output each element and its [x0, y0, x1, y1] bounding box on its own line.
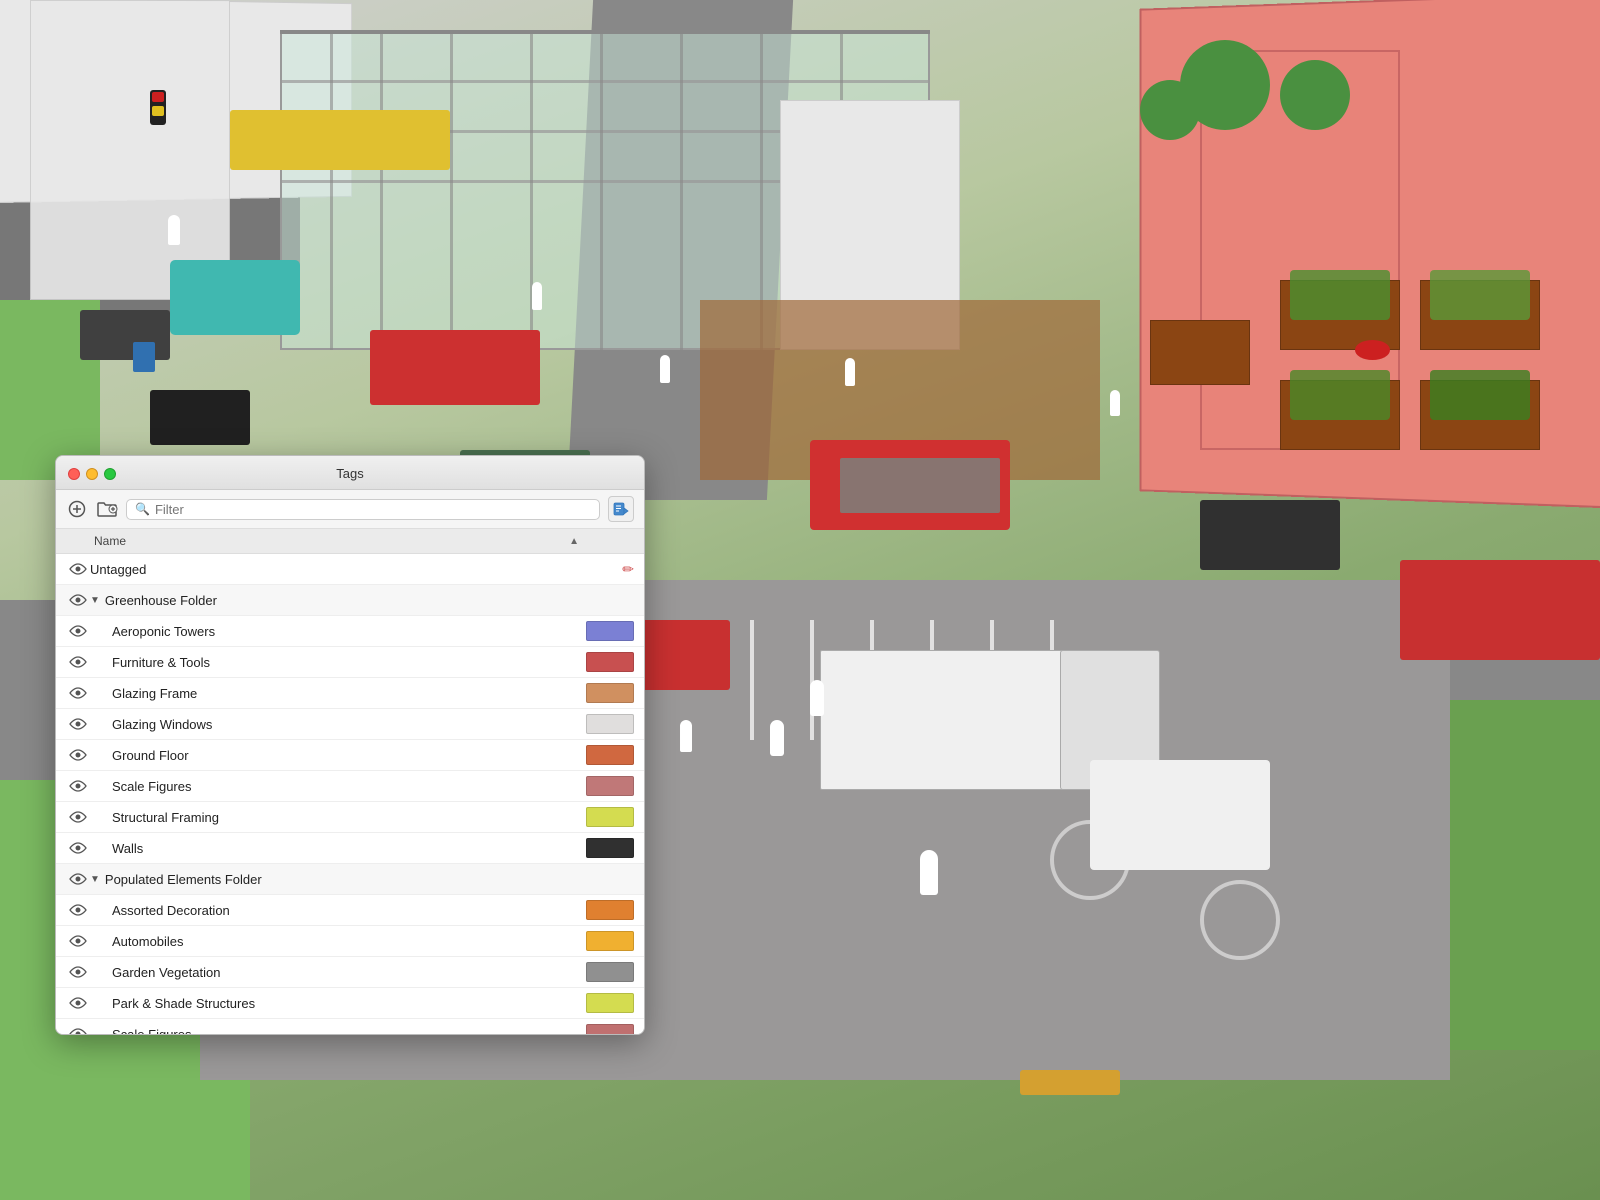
- eye-icon-garden-vegetation[interactable]: [66, 962, 90, 982]
- panel-title: Tags: [336, 466, 363, 481]
- close-button[interactable]: [68, 468, 80, 480]
- col-sort-icon[interactable]: ▲: [569, 536, 579, 547]
- add-folder-button[interactable]: [96, 498, 118, 520]
- tag-color-garden-vegetation[interactable]: [586, 962, 634, 982]
- tag-color-assorted-decoration[interactable]: [586, 900, 634, 920]
- eye-icon-untagged[interactable]: [66, 559, 90, 579]
- tag-color-glazing-frame[interactable]: [586, 683, 634, 703]
- eye-icon-glazing-windows[interactable]: [66, 714, 90, 734]
- tag-row-glazing-frame[interactable]: Glazing Frame: [56, 678, 644, 709]
- search-icon: 🔍: [135, 502, 150, 516]
- eye-icon-greenhouse-folder[interactable]: [66, 590, 90, 610]
- eye-icon-park-shade-structures[interactable]: [66, 993, 90, 1013]
- tag-name-walls: Walls: [112, 841, 586, 856]
- export-button[interactable]: [608, 496, 634, 522]
- tag-color-walls[interactable]: [586, 838, 634, 858]
- add-tag-button[interactable]: [66, 498, 88, 520]
- eye-icon-automobiles[interactable]: [66, 931, 90, 951]
- tag-name-automobiles: Automobiles: [112, 934, 586, 949]
- tags-panel: Tags 🔍: [55, 455, 645, 1035]
- tag-color-automobiles[interactable]: [586, 931, 634, 951]
- tag-row-structural-framing[interactable]: Structural Framing: [56, 802, 644, 833]
- tag-name-scale-figures-gh: Scale Figures: [112, 779, 586, 794]
- tag-color-furniture-tools[interactable]: [586, 652, 634, 672]
- tag-name-assorted-decoration: Assorted Decoration: [112, 903, 586, 918]
- panel-traffic-lights: [68, 468, 116, 480]
- panel-titlebar: Tags: [56, 456, 644, 490]
- eye-icon-assorted-decoration[interactable]: [66, 900, 90, 920]
- eye-icon-furniture-tools[interactable]: [66, 652, 90, 672]
- folder-triangle-greenhouse-folder[interactable]: ▼: [90, 595, 100, 606]
- pencil-icon-untagged[interactable]: ✏: [622, 561, 634, 578]
- eye-icon-scale-figures-pe[interactable]: [66, 1024, 90, 1034]
- column-header: Name ▲: [56, 529, 644, 554]
- tag-name-park-shade-structures: Park & Shade Structures: [112, 996, 586, 1011]
- tag-name-furniture-tools: Furniture & Tools: [112, 655, 586, 670]
- folder-triangle-populated-elements-folder[interactable]: ▼: [90, 874, 100, 885]
- tag-row-populated-elements-folder[interactable]: ▼ Populated Elements Folder: [56, 864, 644, 895]
- tag-row-assorted-decoration[interactable]: Assorted Decoration: [56, 895, 644, 926]
- tag-name-glazing-frame: Glazing Frame: [112, 686, 586, 701]
- eye-icon-structural-framing[interactable]: [66, 807, 90, 827]
- tag-row-scale-figures-pe[interactable]: Scale Figures: [56, 1019, 644, 1034]
- tag-name-structural-framing: Structural Framing: [112, 810, 586, 825]
- panel-toolbar: 🔍: [56, 490, 644, 529]
- tag-row-garden-vegetation[interactable]: Garden Vegetation: [56, 957, 644, 988]
- tag-row-greenhouse-folder[interactable]: ▼ Greenhouse Folder: [56, 585, 644, 616]
- tag-name-greenhouse-folder: Greenhouse Folder: [105, 593, 634, 608]
- col-name-label[interactable]: Name: [94, 534, 565, 548]
- tag-row-walls[interactable]: Walls: [56, 833, 644, 864]
- tag-color-glazing-windows[interactable]: [586, 714, 634, 734]
- tag-row-ground-floor[interactable]: Ground Floor: [56, 740, 644, 771]
- tag-row-automobiles[interactable]: Automobiles: [56, 926, 644, 957]
- tag-color-park-shade-structures[interactable]: [586, 993, 634, 1013]
- tag-name-ground-floor: Ground Floor: [112, 748, 586, 763]
- tag-color-scale-figures-gh[interactable]: [586, 776, 634, 796]
- tag-row-furniture-tools[interactable]: Furniture & Tools: [56, 647, 644, 678]
- filter-input[interactable]: [155, 502, 591, 517]
- eye-icon-aeroponic-towers[interactable]: [66, 621, 90, 641]
- tag-row-park-shade-structures[interactable]: Park & Shade Structures: [56, 988, 644, 1019]
- tag-name-populated-elements-folder: Populated Elements Folder: [105, 872, 634, 887]
- tag-name-scale-figures-pe: Scale Figures: [112, 1027, 586, 1035]
- tag-color-scale-figures-pe[interactable]: [586, 1024, 634, 1034]
- tag-row-scale-figures-gh[interactable]: Scale Figures: [56, 771, 644, 802]
- tag-list: Untagged ✏ ▼ Greenhouse Folder Aeroponic T…: [56, 554, 644, 1034]
- tag-row-untagged[interactable]: Untagged ✏: [56, 554, 644, 585]
- tag-color-aeroponic-towers[interactable]: [586, 621, 634, 641]
- eye-icon-ground-floor[interactable]: [66, 745, 90, 765]
- tag-row-glazing-windows[interactable]: Glazing Windows: [56, 709, 644, 740]
- eye-icon-glazing-frame[interactable]: [66, 683, 90, 703]
- tag-name-aeroponic-towers: Aeroponic Towers: [112, 624, 586, 639]
- tag-name-glazing-windows: Glazing Windows: [112, 717, 586, 732]
- eye-icon-populated-elements-folder[interactable]: [66, 869, 90, 889]
- eye-icon-scale-figures-gh[interactable]: [66, 776, 90, 796]
- maximize-button[interactable]: [104, 468, 116, 480]
- filter-input-wrap: 🔍: [126, 499, 600, 520]
- eye-icon-walls[interactable]: [66, 838, 90, 858]
- tag-name-garden-vegetation: Garden Vegetation: [112, 965, 586, 980]
- tag-color-structural-framing[interactable]: [586, 807, 634, 827]
- tag-color-ground-floor[interactable]: [586, 745, 634, 765]
- tag-name-untagged: Untagged: [90, 562, 614, 577]
- minimize-button[interactable]: [86, 468, 98, 480]
- tag-row-aeroponic-towers[interactable]: Aeroponic Towers: [56, 616, 644, 647]
